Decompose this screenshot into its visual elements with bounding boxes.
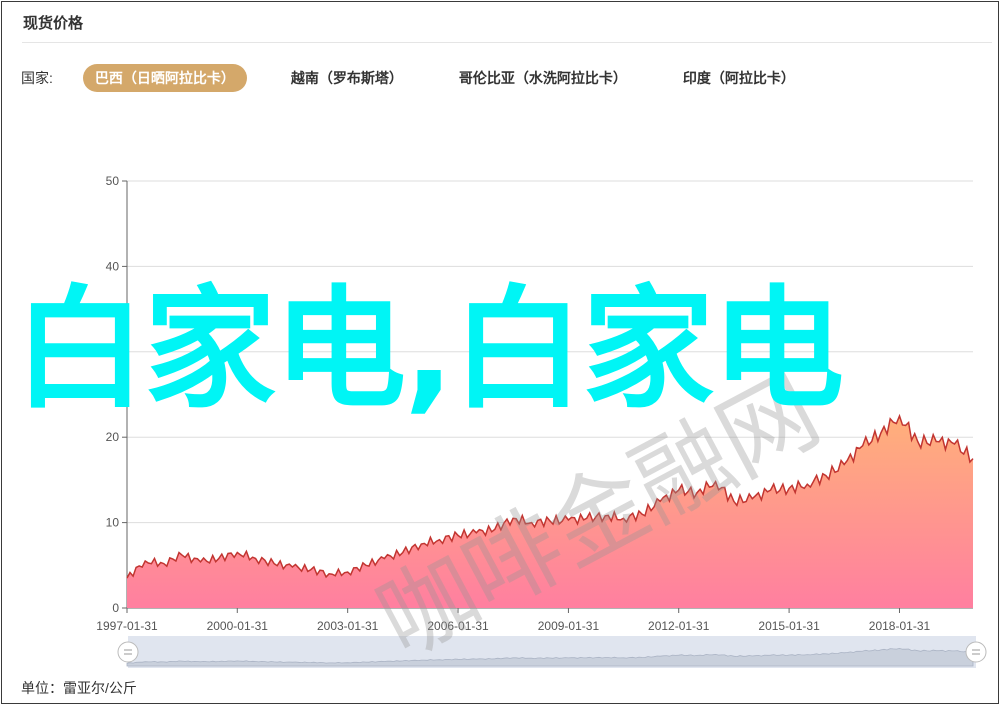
price-area — [127, 415, 973, 608]
x-tick-label: 2015-01-31 — [758, 619, 820, 633]
x-tick-label: 2009-01-31 — [538, 619, 600, 633]
x-tick-label: 2006-01-31 — [427, 619, 489, 633]
x-tick-label: 2018-01-31 — [869, 619, 931, 633]
y-tick-label: 50 — [106, 174, 120, 188]
y-tick-label: 40 — [106, 259, 120, 273]
y-tick-label: 20 — [106, 430, 120, 444]
y-tick-label: 10 — [106, 516, 120, 530]
unit-label: 单位：雷亚尔/公斤 — [21, 680, 137, 696]
x-tick-label: 2003-01-31 — [317, 619, 379, 633]
zoom-handle-left[interactable] — [117, 641, 139, 663]
x-tick-label: 2012-01-31 — [648, 619, 710, 633]
overlay-text: 白家电,白家电 — [14, 273, 844, 427]
x-tick-label: 2000-01-31 — [207, 619, 269, 633]
zoom-handle-right[interactable] — [965, 641, 987, 663]
x-tick-label: 1997-01-31 — [96, 619, 158, 633]
y-tick-label: 0 — [112, 601, 119, 615]
